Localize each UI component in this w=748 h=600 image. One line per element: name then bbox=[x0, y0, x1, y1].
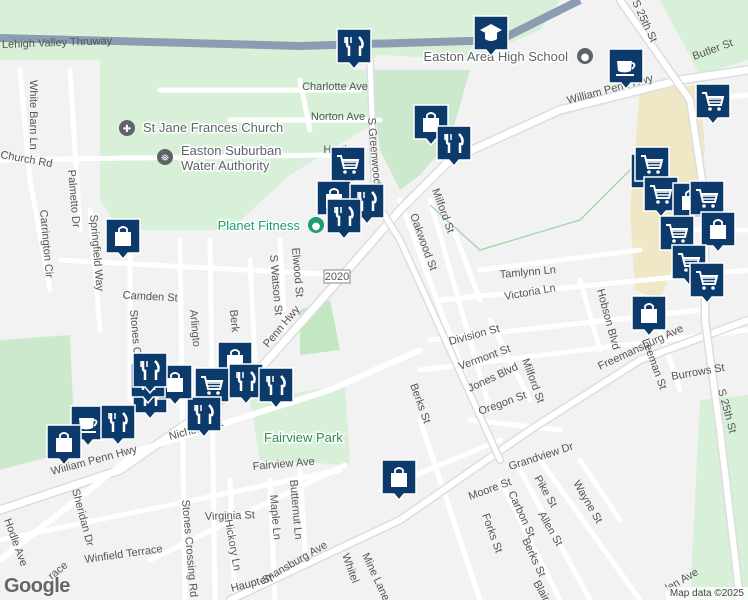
map-marker[interactable] bbox=[695, 83, 731, 126]
map-marker[interactable] bbox=[381, 459, 417, 502]
street-label: Springfield Way bbox=[87, 214, 106, 292]
street-label: Victoria Ln bbox=[503, 282, 556, 303]
poi[interactable]: ● Planet Fitness bbox=[216, 217, 324, 235]
street-label: Winfield Terrace bbox=[84, 543, 164, 566]
map-marker[interactable] bbox=[258, 367, 294, 410]
map-marker[interactable] bbox=[436, 125, 472, 168]
svg-text:⛯: ⛯ bbox=[161, 153, 169, 164]
street-label: Grandview Dr bbox=[507, 441, 575, 473]
poi-label: St Jane Frances Church bbox=[143, 120, 283, 135]
street-label: Sheridan Dr bbox=[69, 488, 96, 548]
map-marker[interactable] bbox=[608, 48, 644, 91]
map-marker[interactable] bbox=[186, 396, 222, 439]
poi-label: Fairview Park bbox=[264, 430, 343, 445]
map-marker[interactable] bbox=[46, 424, 82, 467]
stream bbox=[429, 159, 641, 251]
map-marker[interactable] bbox=[132, 352, 168, 395]
street-label: Berks St bbox=[407, 382, 432, 425]
map-marker[interactable] bbox=[473, 15, 509, 58]
poi-label: Planet Fitness bbox=[218, 218, 301, 233]
map-marker[interactable] bbox=[631, 295, 667, 338]
street-label: Berks St bbox=[519, 536, 547, 579]
street-label: Maple Ln bbox=[267, 494, 283, 540]
svg-text:●: ● bbox=[312, 221, 321, 232]
street-label: Mine Lane R bbox=[359, 551, 396, 600]
poi-label: Water Authority bbox=[181, 158, 270, 173]
svg-text:✚: ✚ bbox=[123, 124, 131, 135]
park-east-top bbox=[660, 0, 748, 75]
google-logo: Google bbox=[4, 575, 70, 597]
map-marker[interactable] bbox=[336, 28, 372, 71]
street-label: White Barn Ln bbox=[27, 80, 39, 150]
street-label: Arlingto bbox=[187, 309, 202, 347]
map-marker[interactable] bbox=[228, 363, 264, 406]
street-label: emansburg Ave bbox=[258, 539, 330, 588]
map-marker[interactable] bbox=[105, 218, 141, 261]
street-label: Division St bbox=[448, 323, 501, 348]
route-shield: 2020 bbox=[323, 269, 351, 284]
svg-text:●: ● bbox=[581, 52, 590, 63]
poi[interactable]: Fairview Park bbox=[263, 429, 345, 447]
street-label: Elwood St bbox=[289, 247, 305, 297]
map-marker[interactable] bbox=[326, 198, 362, 241]
street-label: Allen St bbox=[535, 510, 564, 549]
street-label: Hickory Ln bbox=[222, 518, 243, 571]
map-attribution[interactable]: Map data ©2025 bbox=[665, 587, 748, 600]
street-label: Berk bbox=[227, 309, 241, 333]
street-label: Whitel bbox=[339, 552, 361, 585]
poi[interactable]: ✚ St Jane Frances Church bbox=[119, 119, 285, 137]
street-label: Norton Ave bbox=[311, 111, 365, 123]
street-label: Palmetto Dr bbox=[65, 169, 82, 228]
street-label: Moore St bbox=[467, 476, 513, 503]
map-marker[interactable] bbox=[689, 262, 725, 305]
route-shield-label: 2020 bbox=[325, 271, 349, 283]
poi-label: Easton Suburban bbox=[181, 143, 281, 158]
map-marker[interactable] bbox=[100, 404, 136, 447]
map-canvas[interactable]: Lehigh Valley ThruwayCharlotte AveNorton… bbox=[0, 0, 748, 600]
street-label: Charlotte Ave bbox=[302, 81, 368, 93]
street-label: Forks St bbox=[479, 512, 504, 555]
